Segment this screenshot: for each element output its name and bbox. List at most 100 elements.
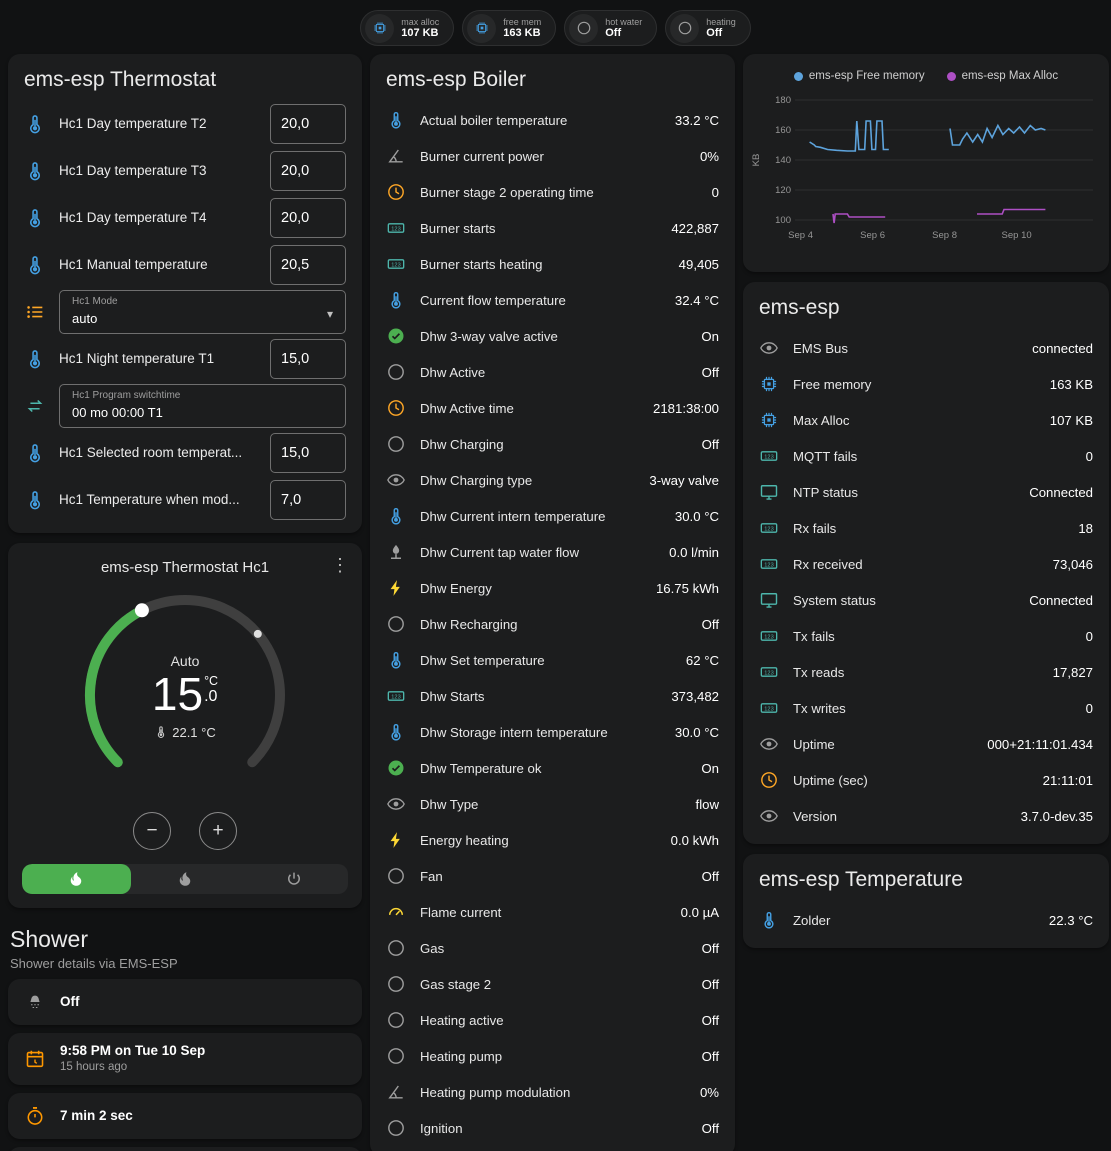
counter-icon: 123 <box>759 518 779 538</box>
entity-row[interactable]: Dhw Active time2181:38:00 <box>386 390 719 426</box>
badge-free-mem[interactable]: free mem163 KB <box>462 10 556 46</box>
entity-row[interactable]: Dhw Storage intern temperature30.0 °C <box>386 714 719 750</box>
entity-row[interactable]: 123Burner starts heating49,405 <box>386 246 719 282</box>
entity-row[interactable]: Uptime000+21:11:01.434 <box>759 726 1093 762</box>
temperature-input[interactable] <box>270 104 346 144</box>
thermometer-icon <box>386 290 406 310</box>
entity-row[interactable]: EMS Busconnected <box>759 330 1093 366</box>
entity-row[interactable]: 123Rx received73,046 <box>759 546 1093 582</box>
temperature-input[interactable] <box>270 198 346 238</box>
temperature-input[interactable] <box>270 339 346 379</box>
setting-label: Hc1 Night temperature T1 <box>59 351 257 366</box>
entity-row[interactable]: System statusConnected <box>759 582 1093 618</box>
entity-row[interactable]: Burner current power0% <box>386 138 719 174</box>
memory-chart[interactable]: 180160140120100Sep 4Sep 6Sep 8Sep 10KB <box>749 88 1101 244</box>
chevron-down-icon: ▾ <box>327 307 333 321</box>
entity-row[interactable]: Dhw 3-way valve activeOn <box>386 318 719 354</box>
counter-icon: 123 <box>759 626 779 646</box>
mode-select[interactable]: Hc1 Modeauto▾ <box>59 290 346 334</box>
entity-row[interactable]: Dhw Charging type3-way valve <box>386 462 719 498</box>
badge-max-alloc[interactable]: max alloc107 KB <box>360 10 454 46</box>
left-column: ems-esp Thermostat Hc1 Day temperature T… <box>8 54 362 1151</box>
thermometer-icon <box>759 910 779 930</box>
entity-row[interactable]: 123Tx fails0 <box>759 618 1093 654</box>
entity-row[interactable]: GasOff <box>386 930 719 966</box>
entity-label: Flame current <box>420 905 667 920</box>
entity-row[interactable]: 123Rx fails18 <box>759 510 1093 546</box>
entity-row[interactable]: Zolder22.3 °C <box>759 902 1093 938</box>
mode-heat-button[interactable] <box>131 864 240 894</box>
entity-row[interactable]: Dhw Current tap water flow0.0 l/min <box>386 534 719 570</box>
counter-icon: 123 <box>386 686 406 706</box>
entity-row[interactable]: Gas stage 2Off <box>386 966 719 1002</box>
target-temp-decimal: .0 <box>204 688 217 706</box>
entity-label: Gas <box>420 941 688 956</box>
circle-outline-icon <box>386 362 406 382</box>
entity-row[interactable]: 123Tx reads17,827 <box>759 654 1093 690</box>
entity-row[interactable]: NTP statusConnected <box>759 474 1093 510</box>
entity-label: Current flow temperature <box>420 293 661 308</box>
temperature-input[interactable] <box>270 480 346 520</box>
shower-detail-card[interactable]: 7 min 2 sec <box>8 1093 362 1139</box>
entity-row[interactable]: Heating pump modulation0% <box>386 1074 719 1110</box>
badge-hot-water[interactable]: hot waterOff <box>564 10 657 46</box>
shower-detail-card[interactable]: 9:58 PM on Tue 10 Sep15 hours ago <box>8 1033 362 1085</box>
shower-detail-card[interactable]: ❄ <box>8 1147 362 1151</box>
dashboard-columns: ems-esp Thermostat Hc1 Day temperature T… <box>0 48 1111 1151</box>
entity-row[interactable]: Heating activeOff <box>386 1002 719 1038</box>
shower-detail-card[interactable]: Off <box>8 979 362 1025</box>
entity-row[interactable]: Dhw Typeflow <box>386 786 719 822</box>
mode-auto-button[interactable] <box>22 864 131 894</box>
entity-row[interactable]: Energy heating0.0 kWh <box>386 822 719 858</box>
entity-row[interactable]: 123Dhw Starts373,482 <box>386 678 719 714</box>
entity-row[interactable]: Flame current0.0 µA <box>386 894 719 930</box>
entity-row[interactable]: FanOff <box>386 858 719 894</box>
entity-row[interactable]: Burner stage 2 operating time0 <box>386 174 719 210</box>
thermostat-setting-row: Hc1 Day temperature T4 <box>24 194 346 241</box>
mode-off-button[interactable] <box>239 864 348 894</box>
entity-row[interactable]: 123Tx writes0 <box>759 690 1093 726</box>
entity-row[interactable]: Free memory163 KB <box>759 366 1093 402</box>
entity-label: Burner current power <box>420 149 686 164</box>
entity-row[interactable]: Ignition Off <box>386 1110 719 1146</box>
temperature-input[interactable] <box>270 433 346 473</box>
svg-text:123: 123 <box>764 562 773 568</box>
legend-item[interactable]: ems-esp Max Alloc <box>947 70 1059 82</box>
decrease-temp-button[interactable]: − <box>133 812 171 850</box>
entity-value: flow <box>696 797 719 812</box>
entity-row[interactable]: Uptime (sec)21:11:01 <box>759 762 1093 798</box>
swap-icon <box>24 395 46 417</box>
entity-row[interactable]: Dhw ActiveOff <box>386 354 719 390</box>
thermostat-dial[interactable]: Auto 15 °C .0 22.1 °C <box>55 580 315 806</box>
temperature-input[interactable] <box>270 245 346 285</box>
calendar-clock-icon <box>24 1048 46 1070</box>
entity-value: 000+21:11:01.434 <box>987 737 1093 752</box>
entity-row[interactable]: Dhw ChargingOff <box>386 426 719 462</box>
temperature-input[interactable] <box>270 151 346 191</box>
entity-row[interactable]: Dhw Temperature okOn <box>386 750 719 786</box>
entity-row[interactable]: Dhw Energy16.75 kWh <box>386 570 719 606</box>
increase-temp-button[interactable]: + <box>199 812 237 850</box>
switchtime-input[interactable]: Hc1 Program switchtime00 mo 00:00 T1 <box>59 384 346 428</box>
entity-row[interactable]: Actual boiler temperature33.2 °C <box>386 102 719 138</box>
entity-row[interactable]: Dhw Set temperature62 °C <box>386 642 719 678</box>
entity-value: Off <box>702 1121 719 1136</box>
angle-icon <box>386 146 406 166</box>
entity-row[interactable]: Dhw RechargingOff <box>386 606 719 642</box>
legend-item[interactable]: ems-esp Free memory <box>794 70 925 82</box>
entity-row[interactable]: Dhw Current intern temperature30.0 °C <box>386 498 719 534</box>
entity-label: Free memory <box>793 377 1036 392</box>
entity-row[interactable]: Current flow temperature32.4 °C <box>386 282 719 318</box>
entity-row[interactable]: Heating pumpOff <box>386 1038 719 1074</box>
gauge-icon <box>386 902 406 922</box>
top-badges-bar: max alloc107 KBfree mem163 KBhot waterOf… <box>0 0 1111 48</box>
entity-row[interactable]: Version3.7.0-dev.35 <box>759 798 1093 834</box>
entity-row[interactable]: 123MQTT fails0 <box>759 438 1093 474</box>
entity-row[interactable]: 123Burner starts422,887 <box>386 210 719 246</box>
badge-label: free mem <box>503 17 541 27</box>
entity-row[interactable]: Max Alloc107 KB <box>759 402 1093 438</box>
more-options-icon[interactable]: ⋮ <box>330 555 350 576</box>
clock-icon <box>386 182 406 202</box>
entity-label: Ignition <box>420 1121 688 1136</box>
badge-heating[interactable]: heatingOff <box>665 10 751 46</box>
